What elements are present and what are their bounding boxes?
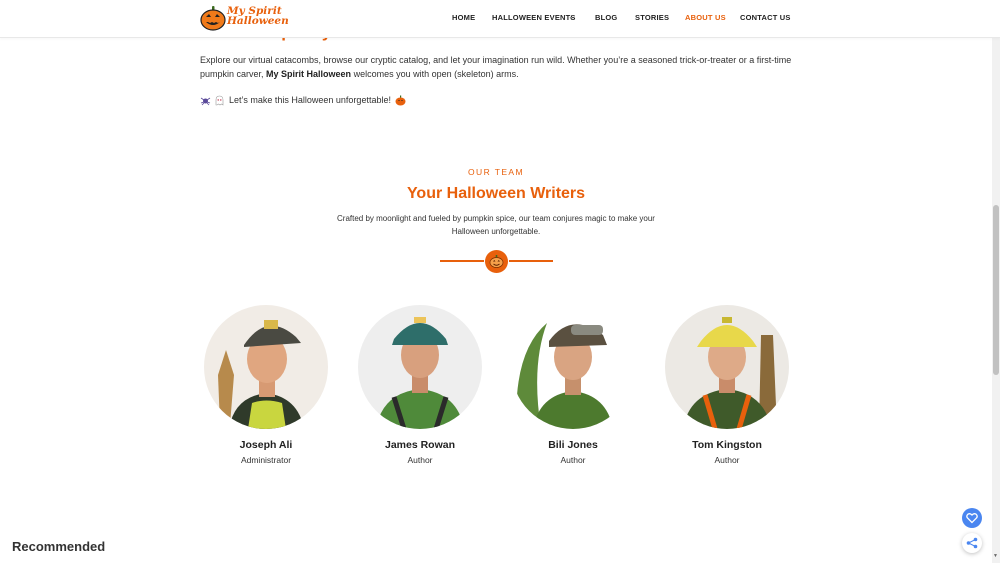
member-portrait xyxy=(204,305,328,429)
team-description: Crafted by moonlight and fueled by pumpk… xyxy=(337,214,655,236)
nav-blog[interactable]: BLOG xyxy=(595,13,617,22)
member-role: Administrator xyxy=(240,455,292,465)
team-title: Your Halloween Writers xyxy=(406,185,586,202)
recommended-heading: Recommended xyxy=(12,539,106,554)
pumpkin-icon xyxy=(395,95,406,106)
scroll-down-arrow-icon[interactable]: ▼ xyxy=(993,553,998,559)
spider-icon xyxy=(200,97,211,106)
team-member-card: James Rowan Author xyxy=(358,305,482,465)
member-portrait xyxy=(665,305,789,429)
team-member-card: Bili Jones Author xyxy=(511,305,635,465)
share-button[interactable] xyxy=(962,533,982,553)
page-scrollbar[interactable]: ▲ ▼ xyxy=(992,0,1000,563)
pumpkin-badge-icon xyxy=(485,250,508,273)
divider-line-left xyxy=(440,260,484,262)
member-name: Tom Kingston xyxy=(692,439,762,451)
site-header: My Spirit Halloween HOME HALLOWEEN EVENT… xyxy=(0,0,1000,38)
intro-text-end: welcomes you with open (skeleton) arms. xyxy=(351,69,519,79)
team-member-card: Tom Kingston Author xyxy=(665,305,789,465)
site-logo[interactable]: My Spirit Halloween xyxy=(200,5,289,32)
divider-line-right xyxy=(509,260,553,262)
logo-text: My Spirit Halloween xyxy=(227,6,289,27)
tagline-text: Let’s make this Halloween unforgettable! xyxy=(229,95,391,105)
logo-line-2: Halloween xyxy=(227,15,289,27)
member-role: Author xyxy=(714,455,740,465)
member-role: Author xyxy=(407,455,433,465)
nav-contact-us[interactable]: CONTACT US xyxy=(740,13,791,22)
brand-name: My Spirit Halloween xyxy=(266,69,352,79)
chevron-down-icon[interactable]: ⌄ xyxy=(568,12,575,21)
member-portrait xyxy=(511,305,635,429)
member-name: Joseph Ali xyxy=(239,439,293,451)
tagline: Let’s make this Halloween unforgettable! xyxy=(200,95,406,106)
member-portrait xyxy=(358,305,482,429)
member-name: Bili Jones xyxy=(548,439,598,451)
team-eyebrow: OUR TEAM xyxy=(468,167,524,177)
pumpkin-logo-icon xyxy=(200,6,226,31)
member-name: James Rowan xyxy=(384,439,456,451)
nav-stories[interactable]: STORIES xyxy=(635,13,669,22)
nav-about-us[interactable]: ABOUT US xyxy=(685,13,726,22)
scrollbar-thumb[interactable] xyxy=(993,205,999,375)
ghost-icon xyxy=(215,95,223,106)
heart-icon xyxy=(966,513,978,524)
intro-paragraph: Explore our virtual catacombs, browse ou… xyxy=(200,53,800,81)
nav-home[interactable]: HOME xyxy=(452,13,475,22)
share-icon xyxy=(966,537,978,549)
favorite-button[interactable] xyxy=(962,508,982,528)
nav-halloween-events[interactable]: HALLOWEEN EVENTS xyxy=(492,13,576,22)
member-role: Author xyxy=(560,455,586,465)
team-member-card: Joseph Ali Administrator xyxy=(204,305,328,465)
